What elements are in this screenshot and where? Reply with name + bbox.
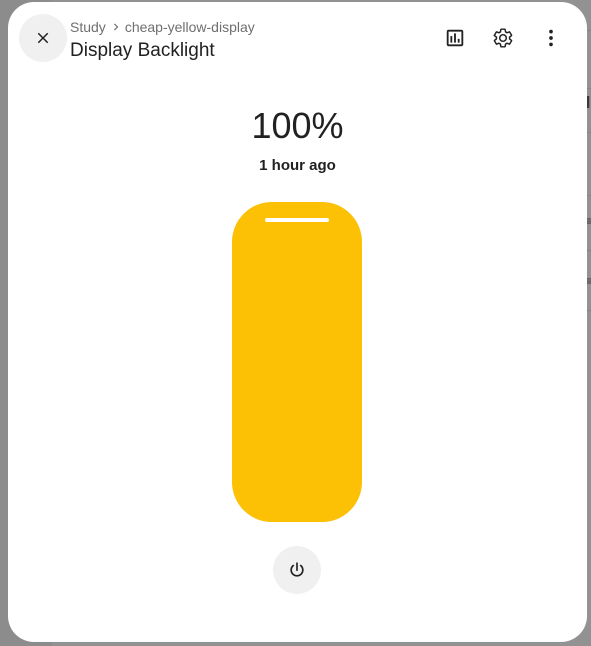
more-options-button[interactable] (527, 14, 575, 62)
breadcrumb: Study cheap-yellow-display (70, 18, 255, 36)
history-button[interactable] (431, 14, 479, 62)
breadcrumb-area[interactable]: Study (70, 18, 106, 36)
more-info-dialog: Study cheap-yellow-display Display Backl… (8, 2, 587, 642)
settings-button[interactable] (479, 14, 527, 62)
last-changed-time: 1 hour ago (259, 157, 336, 174)
brightness-slider[interactable] (232, 202, 362, 522)
chart-box-icon (446, 29, 464, 47)
brightness-state-value: 100% (251, 105, 344, 146)
dialog-header-titles: Study cheap-yellow-display Display Backl… (70, 18, 255, 63)
close-icon (37, 32, 49, 44)
power-icon (290, 562, 304, 577)
power-toggle-button[interactable] (273, 546, 321, 594)
brightness-slider-handle[interactable] (265, 218, 329, 222)
breadcrumb-device[interactable]: cheap-yellow-display (125, 18, 255, 36)
brightness-slider-fill (232, 202, 362, 522)
dots-vertical-icon (549, 29, 553, 47)
chevron-right-icon (113, 23, 119, 31)
dialog-title: Display Backlight (70, 40, 215, 61)
close-button[interactable] (19, 14, 67, 62)
gear-icon (493, 28, 513, 48)
